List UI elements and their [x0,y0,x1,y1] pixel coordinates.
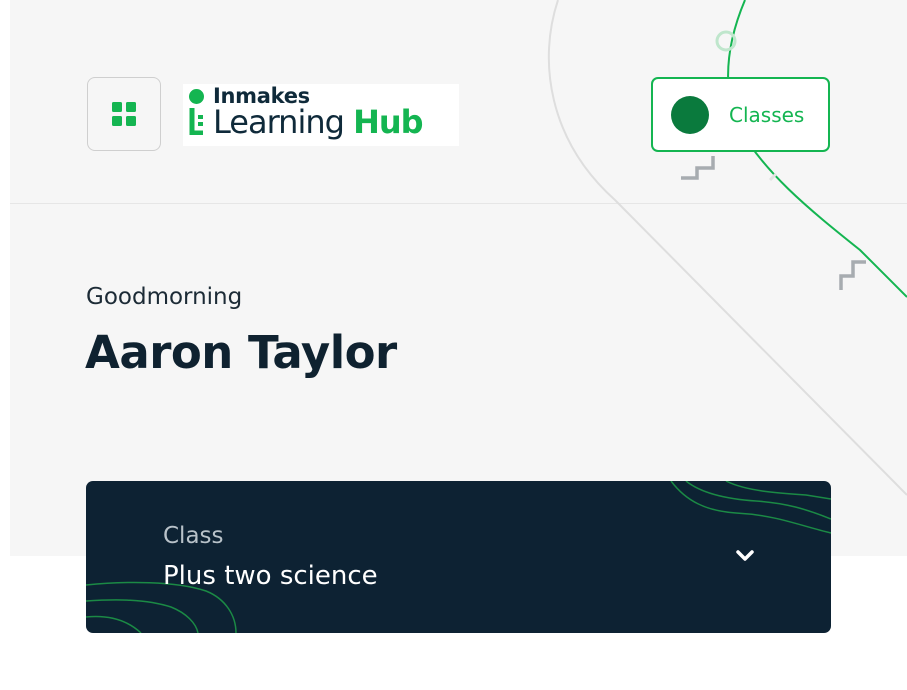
classes-button[interactable]: Classes [651,77,830,152]
classes-button-label: Classes [729,102,805,127]
menu-button[interactable] [87,77,161,151]
header-divider [10,203,907,204]
card-decoration [86,481,831,633]
grid-icon [112,102,136,126]
logo-brand-name: Learning Hub [213,103,424,141]
user-name: Aaron Taylor [85,326,397,379]
class-caption: Class [163,523,224,549]
chevron-down-icon[interactable] [734,547,756,565]
greeting-text: Goodmorning [86,284,243,310]
app-screen: Inmakes Learning Hub Classes Goodmorning… [0,0,907,690]
logo-brand-accent: Hub [353,103,423,141]
logo-brand-word: Learning [213,103,345,141]
logo-mark [189,108,203,135]
left-edge [0,0,10,556]
class-selected-value: Plus two science [163,561,378,591]
inmakes-learning-hub-logo: Inmakes Learning Hub [183,84,459,146]
classes-dot-icon [671,95,709,134]
class-selector[interactable]: Class Plus two science [86,481,831,633]
logo-dot [189,89,204,104]
